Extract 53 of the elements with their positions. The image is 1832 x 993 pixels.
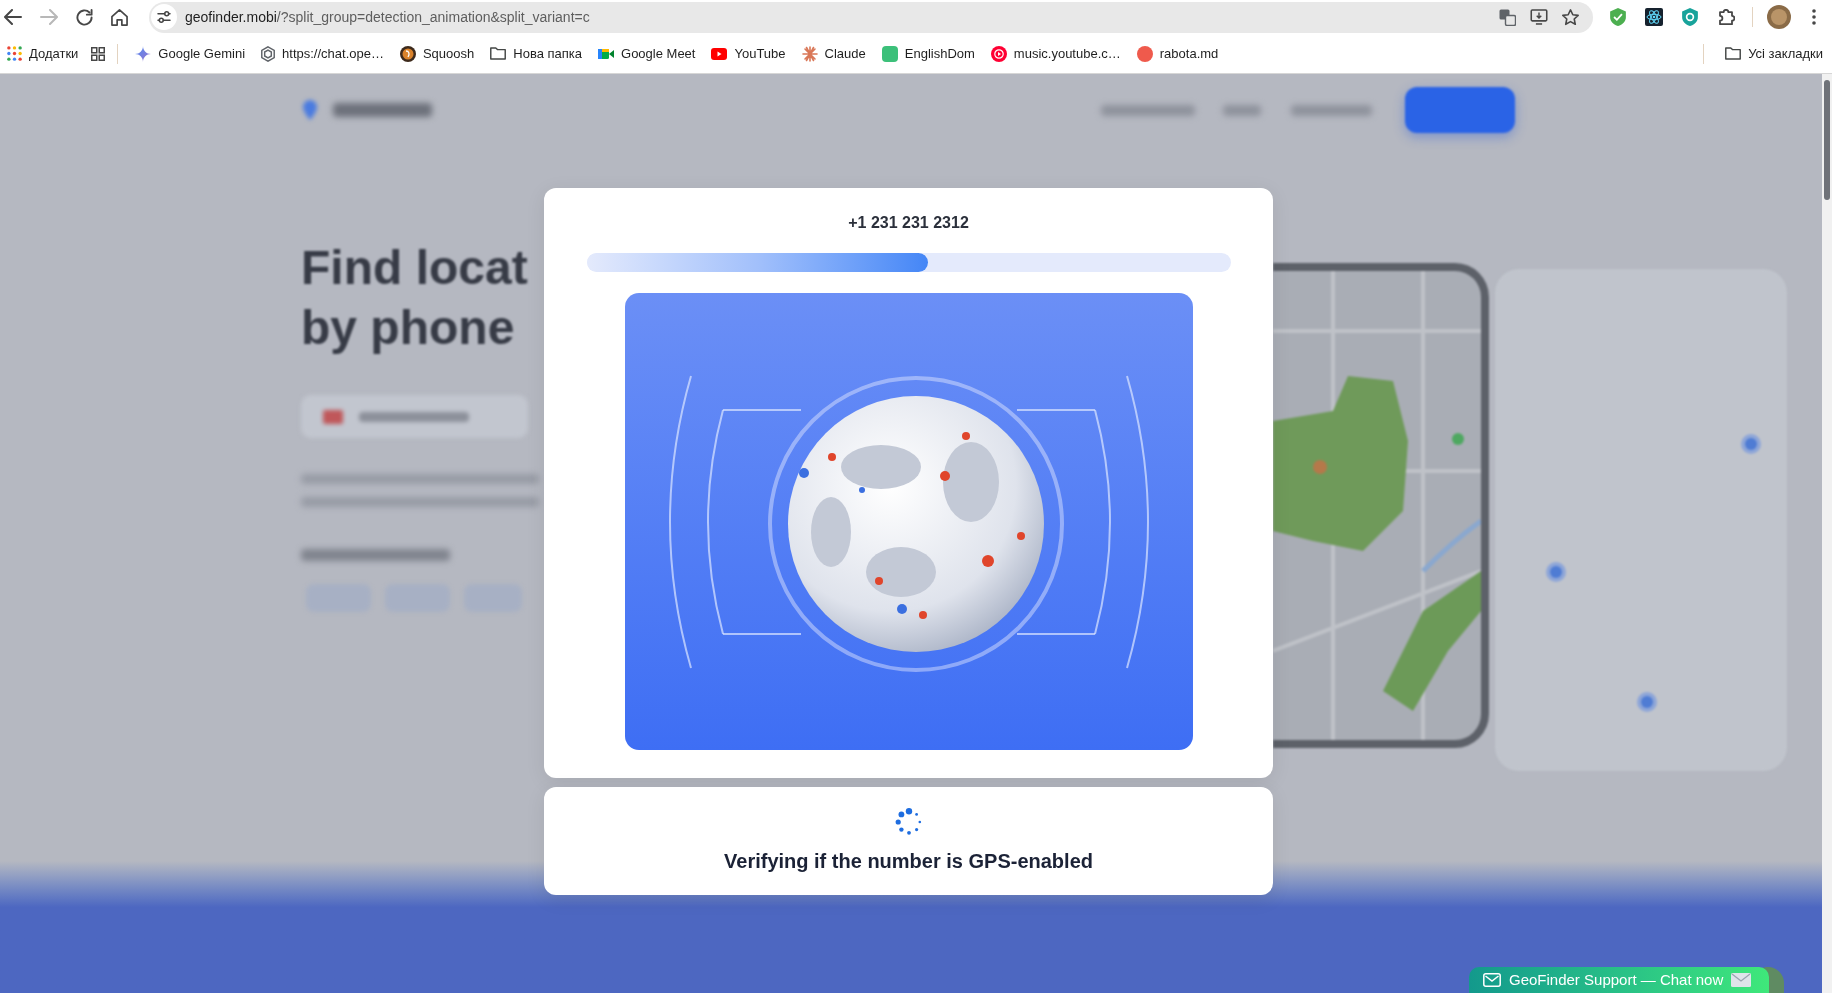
envelope-icon bbox=[1483, 973, 1501, 987]
bookmark-item[interactable]: EnglishDom bbox=[876, 39, 980, 68]
bookmark-item[interactable]: Claude bbox=[796, 39, 871, 68]
headline-text: Find locat bbox=[301, 240, 528, 296]
map-dot-icon bbox=[1546, 562, 1566, 582]
avatar-icon[interactable] bbox=[1767, 5, 1791, 29]
apps-button[interactable]: Додатки bbox=[2, 39, 84, 68]
puzzle-piece-icon[interactable] bbox=[1717, 9, 1735, 25]
bookmark-item[interactable]: rabota.md bbox=[1131, 39, 1224, 68]
grid-icon[interactable] bbox=[91, 46, 106, 61]
scrollbar-thumb[interactable] bbox=[1824, 80, 1830, 200]
apps-grid-icon bbox=[7, 46, 22, 61]
star-icon[interactable] bbox=[1562, 8, 1579, 26]
bookmark-item[interactable]: YouTube bbox=[706, 39, 791, 68]
url-text: geofinder.mobi/?split_group=detection_animation&split_variant=c bbox=[185, 8, 590, 26]
overlapping-squares-icon[interactable] bbox=[1499, 8, 1516, 26]
loading-spinner-icon bbox=[894, 808, 923, 836]
bookmark-item[interactable]: music.youtube.c… bbox=[985, 39, 1126, 68]
bookmark-item[interactable]: Нова папка bbox=[485, 39, 587, 68]
map-dot-icon bbox=[1741, 434, 1761, 454]
reload-icon[interactable] bbox=[76, 8, 93, 26]
monitor-download-icon[interactable] bbox=[1530, 9, 1548, 25]
all-bookmarks-button[interactable]: Усі закладки bbox=[1720, 39, 1828, 68]
rounded-tile-icon bbox=[881, 45, 898, 62]
atom-icon[interactable] bbox=[1645, 8, 1663, 26]
envelope-icon bbox=[1731, 973, 1752, 987]
bookmark-item[interactable]: https://chat.ope… bbox=[256, 39, 389, 68]
play-button-icon bbox=[711, 47, 728, 60]
headline-text: by phone bbox=[301, 300, 515, 356]
folder-icon bbox=[1725, 47, 1742, 60]
video-camera-icon bbox=[598, 47, 614, 60]
home-icon[interactable] bbox=[111, 8, 128, 26]
folder-icon bbox=[490, 47, 507, 60]
bookmark-item[interactable]: Google Meet bbox=[593, 39, 701, 68]
arrow-left-icon[interactable] bbox=[4, 9, 22, 25]
status-text: Verifying if the number is GPS-enabled bbox=[724, 849, 1093, 874]
phone-number: +1 231 231 2312 bbox=[848, 213, 969, 233]
flag-icon bbox=[323, 409, 343, 424]
map-dot-icon bbox=[1637, 692, 1657, 712]
shield-icon[interactable] bbox=[1682, 8, 1698, 26]
site-settings-icon[interactable] bbox=[151, 4, 177, 30]
hexagon-icon bbox=[261, 45, 276, 62]
circle-logo-icon bbox=[1136, 45, 1153, 62]
shield-check-icon[interactable] bbox=[1610, 8, 1626, 26]
address-bar[interactable]: geofinder.mobi/?split_group=detection_animation&split_variant=c bbox=[149, 1, 1593, 33]
blurred-text bbox=[1223, 104, 1261, 116]
bookmark-item[interactable]: Squoosh bbox=[394, 39, 480, 68]
round-logo-icon bbox=[399, 45, 416, 62]
logo-icon bbox=[301, 99, 319, 121]
more-menu-icon[interactable] bbox=[1812, 9, 1816, 25]
play-circle-icon bbox=[990, 45, 1007, 62]
bookmark-item[interactable]: Google Gemini bbox=[130, 39, 251, 68]
starburst-icon bbox=[801, 45, 818, 62]
